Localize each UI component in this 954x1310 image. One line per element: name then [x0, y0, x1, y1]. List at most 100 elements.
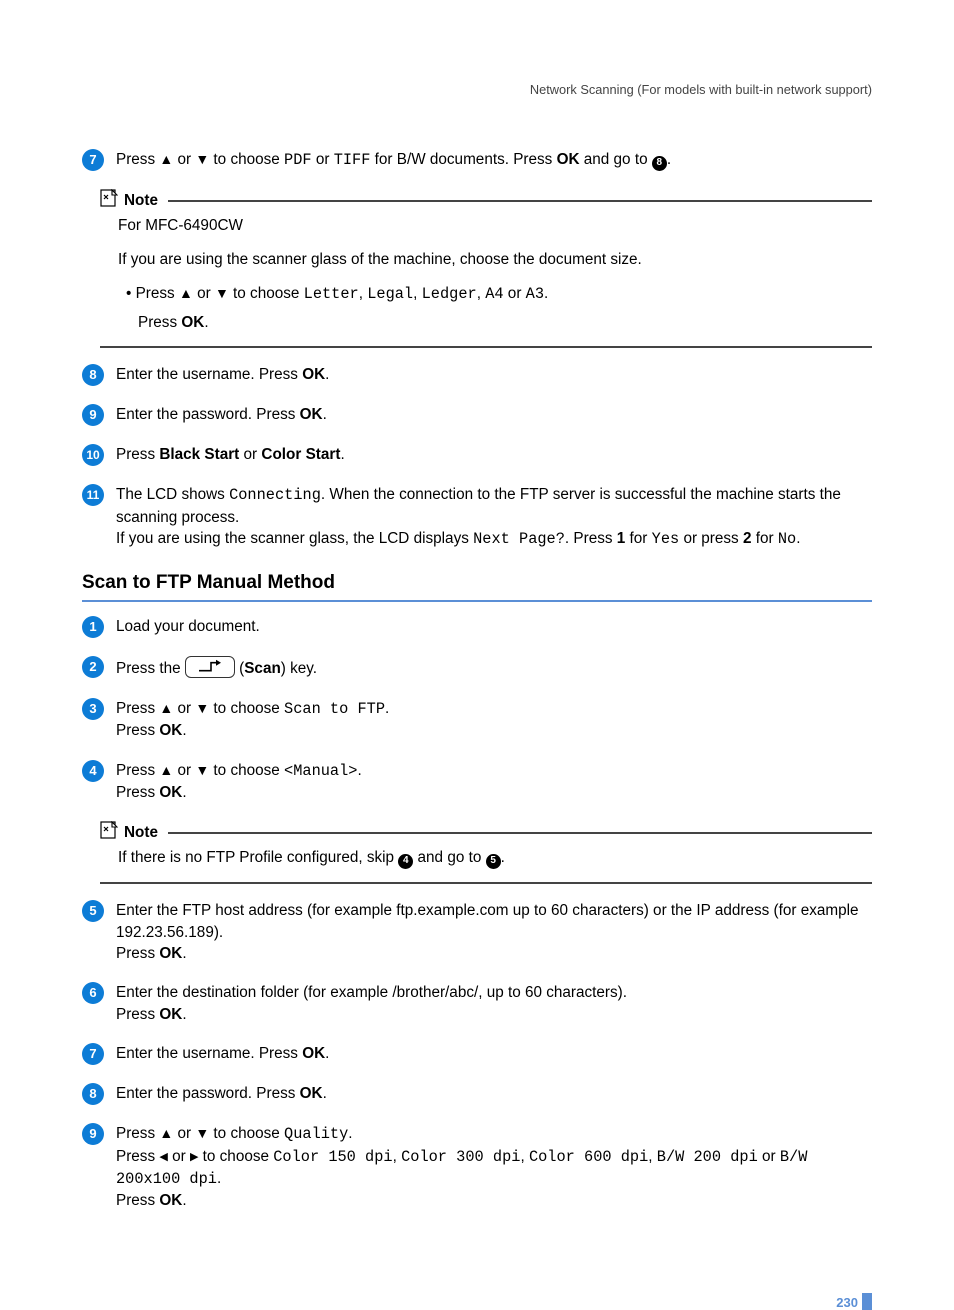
t: .: [323, 406, 327, 423]
t: Press: [116, 1125, 159, 1142]
t: ) key.: [281, 660, 317, 677]
scan-label: Scan: [244, 660, 281, 677]
step-2: 2 Press the (Scan) key.: [82, 656, 872, 679]
t: .: [544, 285, 548, 302]
ok-label: OK: [181, 314, 204, 331]
t: or: [312, 151, 334, 168]
t: Enter the FTP host address (for example …: [116, 902, 859, 940]
t: ,: [413, 285, 422, 302]
step-text: Load your document.: [116, 616, 872, 638]
t: ,: [477, 285, 486, 302]
t: Enter the destination folder (for exampl…: [116, 984, 627, 1001]
t: or: [173, 151, 195, 168]
code: Yes: [652, 530, 680, 548]
down-arrow-icon: ▼: [195, 762, 209, 778]
step-8b: 8 Enter the password. Press OK.: [82, 1083, 872, 1105]
step-text: Enter the password. Press OK.: [116, 404, 872, 426]
note-body: For MFC-6490CW If you are using the scan…: [118, 214, 872, 334]
page-number: 230: [836, 1293, 872, 1310]
t: or: [758, 1148, 780, 1165]
step-8: 8 Enter the username. Press OK.: [82, 364, 872, 386]
note-end-rule: [100, 882, 872, 884]
up-arrow-icon: ▲: [159, 762, 173, 778]
page-number-box: [862, 1293, 872, 1310]
code: Connecting: [229, 486, 321, 504]
code: Ledger: [422, 285, 477, 303]
note-header: Note: [100, 821, 872, 844]
heading-rule: [82, 600, 872, 602]
ref-badge-8: 8: [652, 156, 667, 171]
step-text: Enter the username. Press OK.: [116, 364, 872, 386]
step-badge: 2: [82, 656, 104, 678]
note-block: Note If there is no FTP Profile configur…: [100, 821, 872, 884]
t: Press: [116, 700, 159, 717]
note-end-rule: [100, 346, 872, 348]
code: Scan to FTP: [284, 700, 385, 718]
left-arrow-icon: ◀: [159, 1151, 167, 1163]
t: Press: [136, 285, 179, 302]
step-9b: 9 Press ▲ or ▼ to choose Quality. Press …: [82, 1123, 872, 1212]
code: Color 600 dpi: [529, 1148, 648, 1166]
t: .: [357, 762, 361, 779]
step-text: Press the (Scan) key.: [116, 656, 872, 679]
step-badge: 6: [82, 982, 104, 1004]
code: B/W 200 dpi: [657, 1148, 758, 1166]
t: and go to: [580, 151, 652, 168]
note-rule: [168, 200, 872, 202]
t: ,: [520, 1148, 529, 1165]
t: to choose: [209, 151, 284, 168]
t: or press: [679, 530, 743, 547]
t: Press: [116, 1006, 159, 1023]
t: for: [625, 530, 651, 547]
t: If you are using the scanner glass, the …: [116, 530, 473, 547]
t: .: [217, 1170, 221, 1187]
bullet: Press ▲ or ▼ to choose Letter, Legal, Le…: [126, 282, 872, 307]
step-badge: 5: [82, 900, 104, 922]
t: to choose: [229, 285, 304, 302]
ok-label: OK: [159, 722, 182, 739]
t: Enter the username. Press: [116, 366, 302, 383]
code: Legal: [367, 285, 413, 303]
t: .: [340, 446, 344, 463]
code: Next Page?: [473, 530, 565, 548]
t: If there is no FTP Profile configured, s…: [118, 849, 398, 866]
step-3: 3 Press ▲ or ▼ to choose Scan to FTP. Pr…: [82, 698, 872, 742]
indent-line: Press OK.: [138, 311, 872, 335]
t: Press: [116, 1148, 159, 1165]
body: 7 Press ▲ or ▼ to choose PDF or TIFF for…: [82, 82, 872, 1212]
t: .: [501, 849, 505, 866]
t: .: [325, 1045, 329, 1062]
code: Color 150 dpi: [273, 1148, 392, 1166]
step-badge: 9: [82, 404, 104, 426]
t: Enter the password. Press: [116, 406, 300, 423]
t: Press: [116, 446, 159, 463]
down-arrow-icon: ▼: [195, 700, 209, 716]
note-rule: [168, 832, 872, 834]
up-arrow-icon: ▲: [159, 700, 173, 716]
ok-label: OK: [159, 1006, 182, 1023]
code: TIFF: [334, 151, 371, 169]
step-7: 7 Press ▲ or ▼ to choose PDF or TIFF for…: [82, 149, 872, 171]
t: or: [239, 446, 261, 463]
t: .: [325, 366, 329, 383]
ok-label: OK: [300, 406, 323, 423]
t: Press: [116, 151, 159, 168]
code: Color 300 dpi: [401, 1148, 520, 1166]
t: .: [182, 1006, 186, 1023]
down-arrow-icon: ▼: [215, 285, 229, 301]
t: Press: [116, 762, 159, 779]
t: to choose: [198, 1148, 273, 1165]
code: A4: [485, 285, 503, 303]
step-9: 9 Enter the password. Press OK.: [82, 404, 872, 426]
ref-badge-5: 5: [486, 854, 501, 869]
t: ,: [359, 285, 368, 302]
code: Quality: [284, 1125, 348, 1143]
ok-label: OK: [159, 784, 182, 801]
step-text: The LCD shows Connecting. When the conne…: [116, 484, 872, 550]
t: Press: [138, 314, 181, 331]
note-icon: [100, 189, 118, 212]
scan-key-icon: [185, 656, 235, 678]
step-text: Enter the FTP host address (for example …: [116, 900, 872, 964]
t: .: [323, 1085, 327, 1102]
down-arrow-icon: ▼: [195, 1125, 209, 1141]
